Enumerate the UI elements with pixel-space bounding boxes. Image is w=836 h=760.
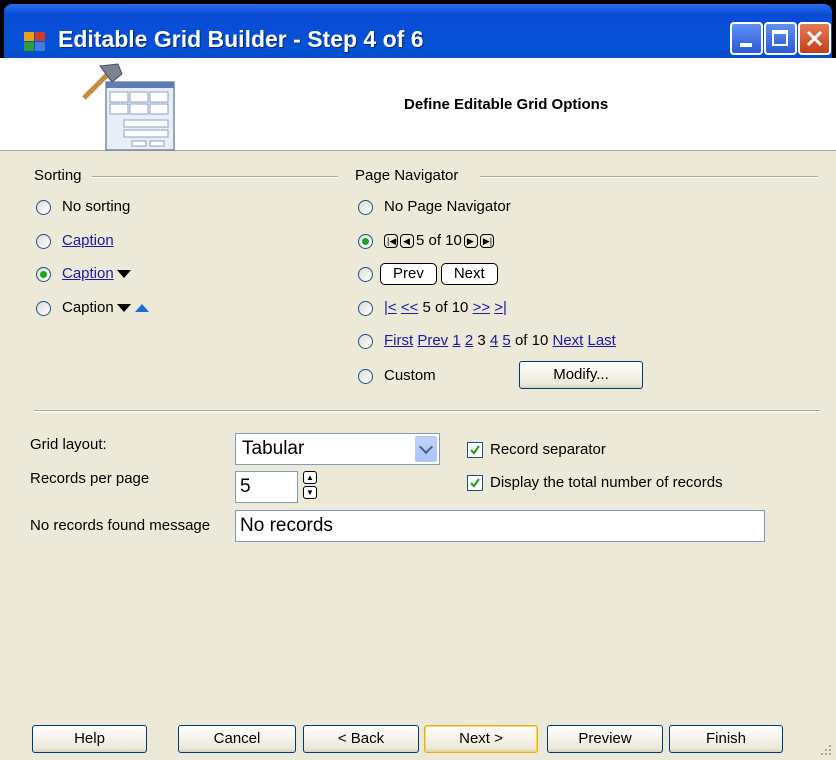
link-page-4: 4 <box>489 332 499 349</box>
next-pill-button: Next <box>440 263 498 285</box>
sort-link-arrow-text: Caption <box>62 265 114 282</box>
minimize-icon <box>740 43 752 47</box>
arrow-prev-link: << <box>400 299 419 316</box>
link-page-3: 3 <box>477 332 486 349</box>
modify-button[interactable]: Modify... <box>519 361 643 389</box>
arrow-next-link: >> <box>472 299 491 316</box>
navigator-divider <box>480 176 818 178</box>
records-per-page-label: Records per page <box>30 470 150 487</box>
link-next: Next <box>552 332 584 349</box>
last-page-icon: ▶| <box>479 234 494 249</box>
next-page-icon: ▶ <box>463 234 478 249</box>
radio-sort-arrows[interactable] <box>36 301 51 316</box>
prev-pill-button: Prev <box>380 263 437 285</box>
resize-grip-icon[interactable] <box>820 744 832 756</box>
radio-sort-link-arrow[interactable] <box>36 267 51 282</box>
nav-arrows-label: |< << 5 of 10 >> >| <box>384 299 507 316</box>
nav-images-text: 5 of 10 <box>416 232 462 249</box>
chevron-down-icon[interactable] <box>415 436 437 462</box>
radio-no-navigator[interactable] <box>358 200 373 215</box>
grid-builder-icon <box>82 63 175 151</box>
sort-asc-icon <box>134 304 149 313</box>
radio-no-sorting[interactable] <box>36 200 51 215</box>
page-title: Define Editable Grid Options <box>404 96 609 113</box>
radio-sort-link[interactable] <box>36 234 51 249</box>
no-sorting-label: No sorting <box>62 198 131 215</box>
display-total-label: Display the total number of records <box>490 474 723 491</box>
link-first: First <box>384 332 414 349</box>
finish-button[interactable]: Finish <box>669 725 783 753</box>
records-per-page-input[interactable]: 5 <box>235 471 298 503</box>
first-page-icon: |◀ <box>384 234 398 249</box>
no-records-input[interactable]: No records <box>235 510 765 542</box>
sort-desc-icon <box>116 304 131 313</box>
dialog-window: Editable Grid Builder - Step 4 of 6 Defi… <box>0 0 836 760</box>
sort-desc-icon <box>116 270 131 279</box>
link-of-10: of 10 <box>514 332 549 349</box>
sort-link-label: Caption <box>62 232 114 249</box>
radio-nav-links[interactable] <box>358 334 373 349</box>
app-icon <box>24 32 46 52</box>
display-total-checkbox[interactable] <box>467 475 483 491</box>
nav-images-label: |◀ ◀ 5 of 10 ▶ ▶| <box>384 232 496 249</box>
record-separator-checkbox[interactable] <box>467 442 483 458</box>
close-icon <box>806 30 823 47</box>
back-button[interactable]: < Back <box>303 725 419 753</box>
checkmark-icon <box>470 478 480 488</box>
sorting-legend: Sorting <box>34 167 82 184</box>
radio-nav-buttons[interactable] <box>358 267 373 282</box>
close-button[interactable] <box>798 22 831 55</box>
no-records-label: No records found message <box>30 517 211 534</box>
prev-page-icon: ◀ <box>400 234 414 249</box>
grid-layout-label: Grid layout: <box>30 436 107 453</box>
spin-up-button[interactable]: ▲ <box>303 471 317 484</box>
checkmark-icon <box>470 445 480 455</box>
arrow-page-text: 5 of 10 <box>422 299 469 316</box>
help-button[interactable]: Help <box>32 725 147 753</box>
preview-button[interactable]: Preview <box>547 725 663 753</box>
arrow-first-link: |< <box>384 299 397 316</box>
nav-buttons-label: Prev Next <box>380 263 502 285</box>
radio-nav-images[interactable] <box>358 234 373 249</box>
radio-nav-custom[interactable] <box>358 369 373 384</box>
link-prev: Prev <box>417 332 449 349</box>
sort-link-arrow-label: Caption <box>62 265 131 282</box>
maximize-button[interactable] <box>764 22 797 55</box>
link-page-2: 2 <box>464 332 474 349</box>
grid-layout-select[interactable]: Tabular <box>235 433 440 465</box>
spin-down-button[interactable]: ▼ <box>303 486 317 499</box>
navigator-legend: Page Navigator <box>355 167 459 184</box>
grid-layout-value: Tabular <box>242 438 305 459</box>
sort-arrows-text: Caption <box>62 299 114 316</box>
arrow-last-link: >| <box>494 299 507 316</box>
no-navigator-label: No Page Navigator <box>384 198 511 215</box>
maximize-icon <box>772 30 788 46</box>
options-divider <box>34 410 820 412</box>
record-separator-label: Record separator <box>490 441 606 458</box>
sort-arrows-label: Caption <box>62 299 149 316</box>
link-page-1: 1 <box>452 332 461 349</box>
radio-nav-arrows[interactable] <box>358 301 373 316</box>
link-page-5: 5 <box>502 332 511 349</box>
link-last: Last <box>587 332 616 349</box>
nav-custom-label: Custom <box>384 367 436 384</box>
cancel-button[interactable]: Cancel <box>178 725 296 753</box>
nav-links-label: First Prev 1 2 3 4 5 of 10 Next Last <box>384 332 616 349</box>
sorting-divider <box>92 176 338 178</box>
window-title: Editable Grid Builder - Step 4 of 6 <box>58 26 424 52</box>
minimize-button[interactable] <box>730 22 763 55</box>
next-button[interactable]: Next > <box>424 725 538 753</box>
